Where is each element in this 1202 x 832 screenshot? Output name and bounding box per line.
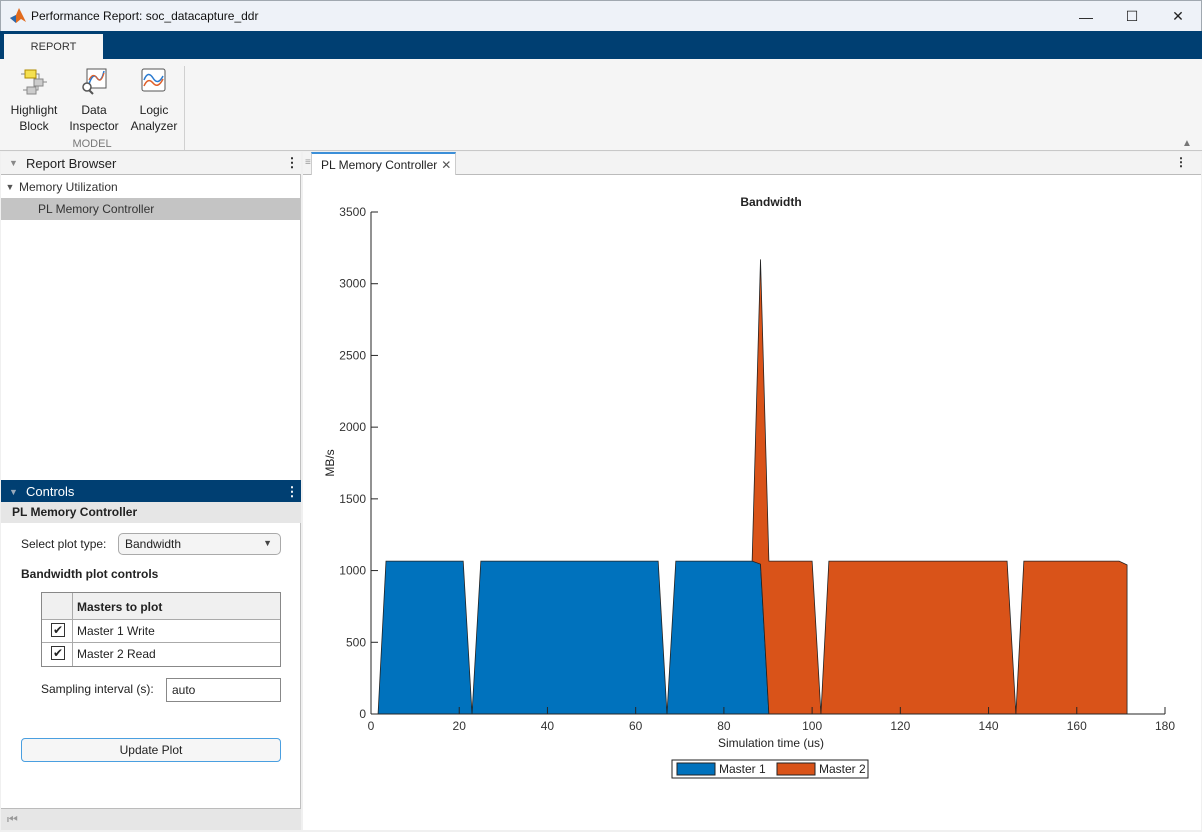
- x-tick-label: 0: [368, 719, 375, 733]
- collapse-icon[interactable]: ▼: [1, 158, 26, 168]
- plot-type-dropdown[interactable]: Bandwidth ▼: [118, 533, 281, 555]
- y-axis-label: MB/s: [323, 449, 337, 476]
- close-tab-icon[interactable]: ✕: [441, 158, 451, 172]
- tree-node-memory-utilization[interactable]: ▼ Memory Utilization: [1, 176, 301, 198]
- highlight-block-icon: [21, 69, 47, 95]
- update-plot-button[interactable]: Update Plot: [21, 738, 281, 762]
- collapse-panel-icon[interactable]: ⏮: [7, 812, 18, 827]
- tree-label: Memory Utilization: [19, 180, 118, 194]
- tool-label: Inspector: [69, 119, 119, 133]
- sampling-interval-input[interactable]: auto: [166, 678, 281, 702]
- area-master-2: [751, 259, 1128, 715]
- x-tick-label: 100: [802, 719, 822, 733]
- expand-icon[interactable]: ▼: [1, 182, 19, 192]
- x-tick-label: 40: [541, 719, 555, 733]
- more-options-icon[interactable]: ⋮: [283, 155, 301, 171]
- data-inspector-icon: [82, 68, 107, 95]
- controls-header: ▼ Controls ⋮: [1, 480, 301, 503]
- tree-label: PL Memory Controller: [38, 202, 155, 216]
- column-header: Masters to plot: [77, 600, 163, 614]
- master-1-checkbox[interactable]: ✔: [51, 623, 65, 637]
- legend-swatch-2: [776, 762, 816, 776]
- data-inspector-button[interactable]: Data Inspector: [66, 66, 122, 134]
- matlab-logo-icon: [10, 8, 26, 23]
- plot-type-label: Select plot type:: [21, 537, 107, 551]
- x-tick-label: 80: [717, 719, 731, 733]
- x-tick-label: 120: [890, 719, 910, 733]
- y-tick-label: 3000: [339, 277, 366, 291]
- window-title: Performance Report: soc_datacapture_ddr: [31, 9, 259, 23]
- x-tick-label: 180: [1155, 719, 1175, 733]
- tool-label: Logic: [139, 103, 169, 117]
- minimize-button[interactable]: —: [1063, 1, 1109, 32]
- collapse-icon[interactable]: ▼: [1, 487, 26, 497]
- highlight-block-button[interactable]: Highlight Block: [6, 66, 62, 134]
- master-1-label: Master 1 Write: [77, 624, 155, 638]
- y-tick-label: 500: [346, 635, 366, 649]
- panel-footer: ⏮: [1, 808, 301, 830]
- controls-subtitle: PL Memory Controller: [1, 502, 301, 523]
- area-master-1: [377, 560, 770, 715]
- sampling-interval-label: Sampling interval (s):: [41, 682, 154, 696]
- tree-node-pl-memory-controller[interactable]: PL Memory Controller: [1, 198, 301, 220]
- x-tick-label: 140: [979, 719, 999, 733]
- section-divider: [184, 66, 185, 150]
- chevron-down-icon: ▼: [263, 538, 272, 548]
- tool-label: Block: [19, 119, 49, 133]
- report-browser-header: ▼ Report Browser ⋮: [1, 152, 301, 175]
- tool-label: Analyzer: [130, 119, 178, 133]
- x-tick-label: 160: [1067, 719, 1087, 733]
- x-tick-label: 20: [453, 719, 467, 733]
- y-tick-label: 2500: [339, 348, 366, 362]
- dropdown-value: Bandwidth: [125, 537, 182, 551]
- chart-title: Bandwidth: [740, 195, 801, 209]
- controls-title: Controls: [26, 484, 75, 499]
- tab-label: PL Memory Controller: [321, 158, 438, 172]
- tab-report[interactable]: REPORT: [4, 34, 103, 59]
- y-tick-label: 0: [359, 707, 366, 721]
- tab-list-icon[interactable]: ≡: [305, 157, 311, 168]
- maximize-button[interactable]: ☐: [1109, 1, 1155, 32]
- master-2-checkbox[interactable]: ✔: [51, 646, 65, 660]
- bandwidth-controls-label: Bandwidth plot controls: [21, 567, 159, 581]
- close-button[interactable]: ✕: [1155, 1, 1201, 32]
- title-bar: Performance Report: soc_datacapture_ddr …: [0, 0, 1202, 31]
- tool-label: Highlight: [10, 103, 58, 117]
- x-tick-label: 60: [629, 719, 643, 733]
- ribbon-tab-bar: [0, 31, 1202, 59]
- tool-label: Data: [81, 103, 107, 117]
- legend-swatch-1: [676, 762, 716, 776]
- logic-analyzer-button[interactable]: Logic Analyzer: [126, 66, 182, 134]
- report-browser-title: Report Browser: [26, 155, 117, 171]
- more-options-icon[interactable]: ⋮: [1175, 155, 1187, 169]
- tab-pl-memory-controller[interactable]: PL Memory Controller ✕: [311, 152, 456, 175]
- master-2-label: Master 2 Read: [77, 647, 156, 661]
- y-tick-label: 3500: [339, 205, 366, 219]
- y-tick-label: 2000: [339, 420, 366, 434]
- collapse-toolstrip-icon[interactable]: ▲: [1182, 138, 1192, 149]
- bandwidth-chart: Bandwidth Simulation time (us) MB/s 0 20 4…: [323, 195, 1175, 779]
- y-tick-label: 1500: [339, 492, 366, 506]
- masters-table: Masters to plot ✔ Master 1 Write ✔ Maste…: [41, 592, 281, 667]
- logic-analyzer-icon: [141, 68, 166, 92]
- y-tick-label: 1000: [339, 564, 366, 578]
- more-options-icon[interactable]: ⋮: [283, 484, 301, 500]
- section-label-model: MODEL: [72, 138, 112, 150]
- x-axis-label: Simulation time (us): [718, 736, 824, 750]
- legend-label-2: Master 2: [819, 762, 866, 776]
- legend-label-1: Master 1: [719, 762, 766, 776]
